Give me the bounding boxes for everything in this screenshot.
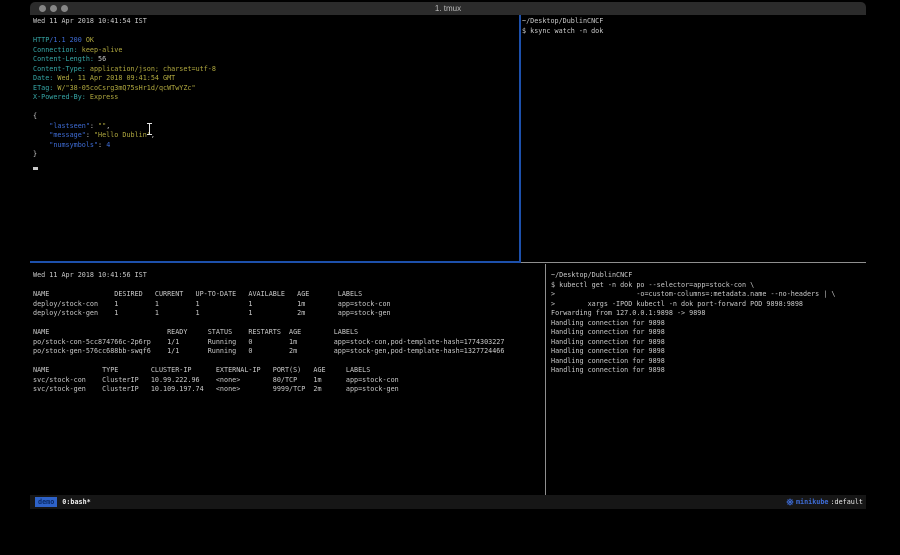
terminal-line: "lastseen": "",: [33, 122, 216, 132]
pane-divider-horizontal[interactable]: [521, 262, 866, 263]
terminal-line: [33, 103, 216, 113]
terminal-line: Handling connection for 9898: [551, 366, 835, 376]
terminal-line: Wed 11 Apr 2018 10:41:56 IST: [33, 271, 504, 281]
terminal-line: Connection: keep-alive: [33, 46, 216, 56]
active-pane-divider-vertical[interactable]: [519, 15, 521, 261]
terminal-line: Content-Length: 56: [33, 55, 216, 65]
terminal-line: Date: Wed, 11 Apr 2018 09:41:54 GMT: [33, 74, 216, 84]
terminal-line: Wed 11 Apr 2018 10:41:54 IST: [33, 17, 216, 27]
terminal-line: HTTP/1.1 200 OK: [33, 36, 216, 46]
terminal-line: svc/stock-gen ClusterIP 10.109.197.74 <n…: [33, 385, 504, 395]
terminal-line: $ ksync watch -n dok: [522, 27, 603, 37]
pane-port-forward[interactable]: ~/Desktop/DublinCNCF$ kubectl get -n dok…: [551, 271, 835, 376]
terminal-line: $ kubectl get -n dok po --selector=app=s…: [551, 281, 835, 291]
terminal-line: > xargs -IPOD kubectl -n dok port-forwar…: [551, 300, 835, 310]
terminal-line: X-Powered-By: Express: [33, 93, 216, 103]
terminal-line: po/stock-gen-576cc688bb-swqf6 1/1 Runnin…: [33, 347, 504, 357]
tmux-session-body: Wed 11 Apr 2018 10:41:54 IST HTTP/1.1 200…: [30, 15, 866, 495]
tmux-status-bar: demo 0:bash* minikube:default: [30, 495, 866, 509]
pane-divider-vertical[interactable]: [545, 264, 546, 495]
terminal-line: deploy/stock-con 1 1 1 1 1m app=stock-co…: [33, 300, 504, 310]
pane-kubectl-resources[interactable]: Wed 11 Apr 2018 10:41:56 IST NAME DESIRED…: [33, 271, 504, 395]
kube-context-name: minikube: [796, 498, 829, 506]
terminal-line: [33, 281, 504, 291]
terminal-line: {: [33, 112, 216, 122]
terminal-line: ETag: W/"38-05coCsrg3mQ75sHr1d/qcWTwYZc": [33, 84, 216, 94]
terminal-line: NAME READY STATUS RESTARTS AGE LABELS: [33, 328, 504, 338]
terminal-line: Handling connection for 9898: [551, 319, 835, 329]
window-title: 1. tmux: [30, 4, 866, 13]
terminal-line: Handling connection for 9898: [551, 338, 835, 348]
session-name-badge: demo: [35, 497, 57, 507]
terminal-line: ~/Desktop/DublinCNCF: [522, 17, 603, 27]
pane-ksync-watch[interactable]: ~/Desktop/DublinCNCF$ ksync watch -n dok: [522, 17, 603, 36]
helm-wheel-icon: [786, 498, 794, 506]
text-cursor-icon: [146, 123, 153, 135]
terminal-line: deploy/stock-gen 1 1 1 1 2m app=stock-ge…: [33, 309, 504, 319]
kube-context-indicator: minikube:default: [786, 498, 863, 506]
terminal-line: ~/Desktop/DublinCNCF: [551, 271, 835, 281]
terminal-line: Forwarding from 127.0.0.1:9898 -> 9898: [551, 309, 835, 319]
terminal-line: "message": "Hello Dublin",: [33, 131, 216, 141]
terminal-cursor: [33, 167, 38, 170]
desktop: { "window": { "title": "1. tmux", "traff…: [0, 0, 900, 555]
terminal-window: 1. tmux Wed 11 Apr 2018 10:41:54 IST HTTP…: [30, 2, 866, 509]
terminal-line: NAME TYPE CLUSTER-IP EXTERNAL-IP PORT(S)…: [33, 366, 504, 376]
terminal-line: svc/stock-con ClusterIP 10.99.222.96 <no…: [33, 376, 504, 386]
terminal-line: Handling connection for 9898: [551, 357, 835, 367]
terminal-line: Content-Type: application/json; charset=…: [33, 65, 216, 75]
terminal-line: > -o=custom-columns=:metadata.name --no-…: [551, 290, 835, 300]
terminal-line: "numsymbols": 4: [33, 141, 216, 151]
terminal-line: NAME DESIRED CURRENT UP-TO-DATE AVAILABL…: [33, 290, 504, 300]
window-tab-bash[interactable]: 0:bash*: [62, 498, 90, 506]
terminal-line: po/stock-con-5cc874766c-2p6rp 1/1 Runnin…: [33, 338, 504, 348]
pane-http-response[interactable]: Wed 11 Apr 2018 10:41:54 IST HTTP/1.1 200…: [33, 17, 216, 160]
window-titlebar: 1. tmux: [30, 2, 866, 15]
kube-namespace: :default: [830, 498, 863, 506]
terminal-line: [33, 27, 216, 37]
terminal-line: [33, 319, 504, 329]
active-pane-divider-horizontal[interactable]: [30, 261, 521, 263]
terminal-line: }: [33, 150, 216, 160]
terminal-line: Handling connection for 9898: [551, 328, 835, 338]
terminal-line: [33, 357, 504, 367]
terminal-line: Handling connection for 9898: [551, 347, 835, 357]
